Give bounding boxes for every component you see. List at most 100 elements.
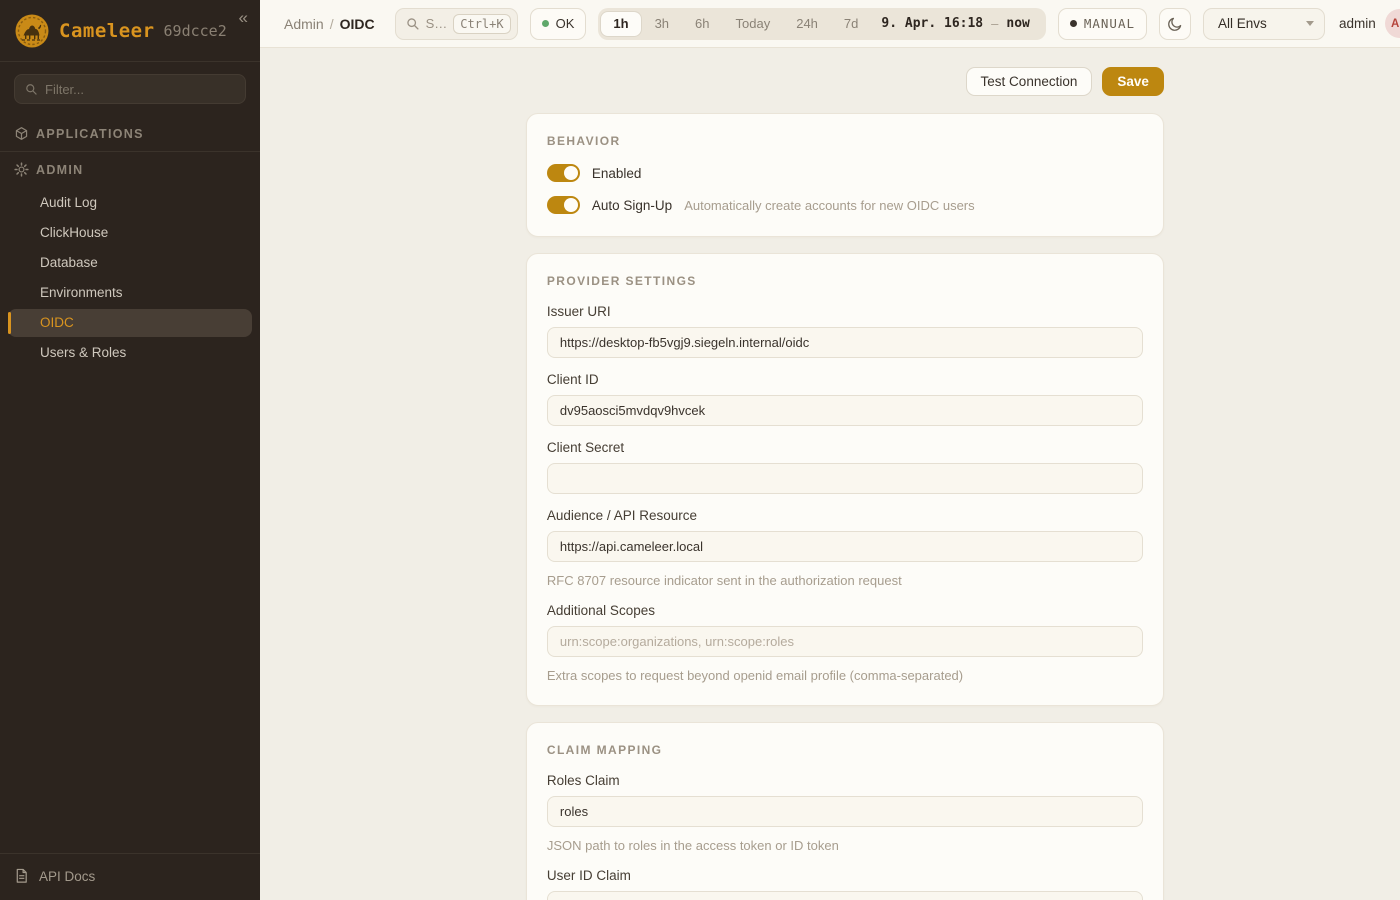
client-secret-label: Client Secret	[547, 440, 1143, 455]
test-connection-button[interactable]: Test Connection	[966, 67, 1093, 96]
auto-signup-description: Automatically create accounts for new OI…	[684, 198, 974, 213]
time-range-display[interactable]: 9. Apr. 16:18 – now	[871, 16, 1043, 31]
sidebar-item-audit-log[interactable]: Audit Log	[8, 189, 252, 217]
claim-mapping-card-title: CLAIM MAPPING	[547, 743, 1143, 757]
time-range-7d[interactable]: 7d	[831, 11, 871, 37]
enabled-toggle[interactable]	[547, 164, 580, 182]
search-placeholder-text: S…	[426, 16, 448, 31]
time-range-6h[interactable]: 6h	[682, 11, 722, 37]
time-range-today[interactable]: Today	[723, 11, 784, 37]
roles-claim-input[interactable]	[547, 796, 1143, 827]
gear-icon	[14, 162, 29, 177]
auto-signup-toggle-label: Auto Sign-Up	[592, 198, 672, 213]
sidebar-divider	[0, 61, 260, 62]
additional-scopes-field-group: Additional Scopes Extra scopes to reques…	[547, 603, 1143, 683]
user-id-claim-label: User ID Claim	[547, 868, 1143, 883]
sidebar-collapse-button[interactable]: «	[239, 8, 248, 28]
app-version: 69dcce2	[164, 22, 227, 40]
app-title: Cameleer	[59, 20, 155, 42]
section-label: ADMIN	[36, 163, 83, 177]
client-secret-field-group: Client Secret	[547, 440, 1143, 508]
sidebar-item-database[interactable]: Database	[8, 249, 252, 277]
sidebar-section-admin: ADMIN	[0, 152, 260, 187]
refresh-mode-badge[interactable]: MANUAL	[1058, 8, 1147, 40]
top-header: Admin / OIDC S… Ctrl+K OK 1h 3h 6h Today…	[260, 0, 1400, 48]
status-badge: OK	[530, 8, 587, 40]
cube-icon	[14, 126, 29, 141]
client-id-label: Client ID	[547, 372, 1143, 387]
additional-scopes-label: Additional Scopes	[547, 603, 1143, 618]
audience-label: Audience / API Resource	[547, 508, 1143, 523]
time-range-1h[interactable]: 1h	[600, 11, 641, 37]
search-shortcut-kbd: Ctrl+K	[453, 14, 510, 34]
user-id-claim-input[interactable]	[547, 891, 1143, 900]
username-label: admin	[1339, 16, 1376, 31]
save-button[interactable]: Save	[1102, 67, 1164, 96]
search-icon	[25, 83, 38, 96]
audience-input[interactable]	[547, 531, 1143, 562]
provider-settings-card-title: PROVIDER SETTINGS	[547, 274, 1143, 288]
sidebar-item-oidc[interactable]: OIDC	[8, 309, 252, 337]
client-id-input[interactable]	[547, 395, 1143, 426]
additional-scopes-input[interactable]	[547, 626, 1143, 657]
sidebar-item-environments[interactable]: Environments	[8, 279, 252, 307]
page-actions: Test Connection Save	[526, 67, 1164, 96]
time-range-selector: 1h 3h 6h Today 24h 7d 9. Apr. 16:18 – no…	[598, 8, 1045, 40]
time-separator: –	[991, 16, 998, 31]
environment-select[interactable]: All Envs	[1203, 8, 1325, 40]
provider-settings-card: PROVIDER SETTINGS Issuer URI Client ID C…	[526, 253, 1164, 706]
main-content: Test Connection Save BEHAVIOR Enabled Au…	[260, 48, 1400, 900]
sidebar-item-api-docs[interactable]: API Docs	[0, 853, 260, 900]
breadcrumb-current-page: OIDC	[340, 16, 375, 32]
sidebar-section-applications: APPLICATIONS	[0, 116, 260, 151]
time-range-3h[interactable]: 3h	[642, 11, 682, 37]
client-id-field-group: Client ID	[547, 372, 1143, 440]
logo-row: Cameleer 69dcce2 «	[0, 0, 260, 61]
sidebar-item-clickhouse[interactable]: ClickHouse	[8, 219, 252, 247]
roles-claim-helper-text: JSON path to roles in the access token o…	[547, 838, 1143, 853]
issuer-uri-label: Issuer URI	[547, 304, 1143, 319]
global-search[interactable]: S… Ctrl+K	[395, 8, 518, 40]
app-logo-camel-coin-icon	[14, 13, 50, 49]
roles-claim-field-group: Roles Claim JSON path to roles in the ac…	[547, 773, 1143, 853]
status-label: OK	[556, 16, 575, 31]
environment-select-value: All Envs	[1218, 16, 1267, 31]
document-icon	[14, 868, 29, 884]
auto-signup-toggle-row: Auto Sign-Up Automatically create accoun…	[547, 196, 1143, 214]
enabled-toggle-row: Enabled	[547, 164, 1143, 182]
enabled-toggle-label: Enabled	[592, 166, 642, 181]
user-menu[interactable]: admin AD	[1339, 9, 1400, 38]
time-range-24h[interactable]: 24h	[783, 11, 831, 37]
sidebar-item-users-roles[interactable]: Users & Roles	[8, 339, 252, 367]
chevron-down-icon	[1306, 21, 1314, 26]
filter-input[interactable]	[45, 82, 235, 97]
auto-signup-toggle[interactable]	[547, 196, 580, 214]
manual-mode-label: MANUAL	[1084, 16, 1135, 31]
time-to: now	[1006, 16, 1029, 31]
breadcrumb: Admin / OIDC	[284, 16, 375, 32]
audience-field-group: Audience / API Resource RFC 8707 resourc…	[547, 508, 1143, 588]
search-icon	[406, 17, 420, 31]
dark-mode-toggle-button[interactable]	[1159, 8, 1191, 40]
client-secret-input[interactable]	[547, 463, 1143, 494]
audience-helper-text: RFC 8707 resource indicator sent in the …	[547, 573, 1143, 588]
breadcrumb-separator: /	[330, 16, 334, 32]
sidebar-filter[interactable]	[14, 74, 246, 104]
user-id-claim-field-group: User ID Claim Claim used as unique user …	[547, 868, 1143, 900]
roles-claim-label: Roles Claim	[547, 773, 1143, 788]
issuer-uri-input[interactable]	[547, 327, 1143, 358]
admin-nav: Audit Log ClickHouse Database Environmen…	[0, 187, 260, 369]
time-from: 9. Apr. 16:18	[881, 16, 983, 31]
behavior-card-title: BEHAVIOR	[547, 134, 1143, 148]
api-docs-label: API Docs	[39, 869, 95, 884]
right-pane: Admin / OIDC S… Ctrl+K OK 1h 3h 6h Today…	[260, 0, 1400, 900]
claim-mapping-card: CLAIM MAPPING Roles Claim JSON path to r…	[526, 722, 1164, 900]
additional-scopes-helper-text: Extra scopes to request beyond openid em…	[547, 668, 1143, 683]
moon-icon	[1167, 16, 1183, 32]
avatar: AD	[1385, 9, 1400, 38]
section-label: APPLICATIONS	[36, 127, 144, 141]
manual-mode-dot	[1070, 20, 1077, 27]
issuer-uri-field-group: Issuer URI	[547, 304, 1143, 372]
breadcrumb-admin[interactable]: Admin	[284, 16, 324, 32]
behavior-card: BEHAVIOR Enabled Auto Sign-Up Automatica…	[526, 113, 1164, 237]
